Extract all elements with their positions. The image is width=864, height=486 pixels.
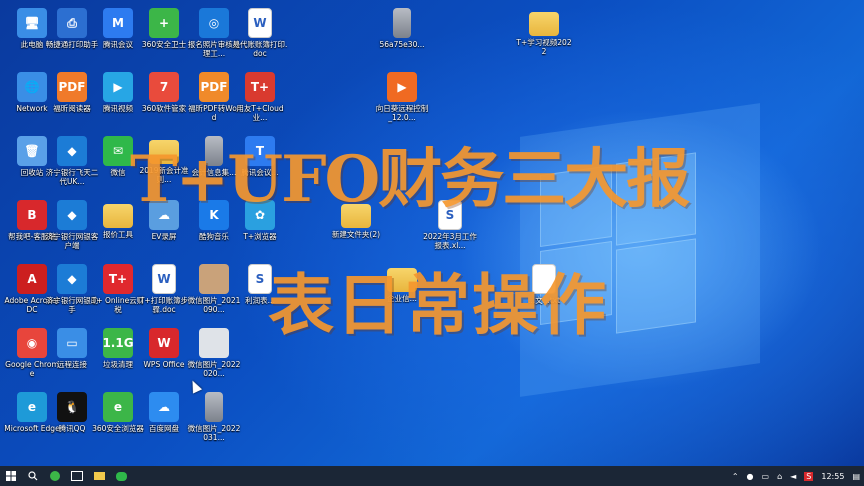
app-icon — [529, 12, 559, 36]
app-icon — [103, 204, 133, 228]
battery-icon[interactable]: ▭ — [762, 472, 770, 481]
desktop-icon-label: 易代账账簿打印.doc — [232, 40, 288, 58]
app-icon: ⎙ — [57, 8, 87, 38]
desktop-icon-label: 微信图片_2022020... — [187, 360, 241, 378]
app-icon: PDF — [57, 72, 87, 102]
ime-icon[interactable]: S — [804, 471, 814, 481]
desktop-icon-label: 新建文件夹(2) — [331, 230, 381, 239]
microphone-icon[interactable]: ● — [747, 472, 754, 481]
desktop-icon[interactable]: 56a75e30... — [372, 4, 432, 68]
app-icon: ◆ — [57, 136, 87, 166]
app-icon: T+ — [245, 72, 275, 102]
video-title-line2: 表日常操作 — [268, 266, 608, 344]
desktop-icon[interactable]: T+学习视频2022 — [514, 4, 574, 68]
desktop-icon-label: T+学习视频2022 — [516, 38, 572, 56]
app-icon: 1.1G — [102, 328, 134, 358]
volume-icon[interactable]: ◄ — [790, 472, 796, 481]
app-icon: ◆ — [57, 264, 87, 294]
windows-start-icon[interactable] — [0, 466, 22, 486]
desktop-icon-label: 2022年3月工作报表.xl... — [423, 232, 477, 250]
taskbar: ⌃ ● ▭ ⌂ ◄ S 12:55 ▤ — [0, 466, 864, 486]
desktop-icon-label: 56a75e30... — [379, 40, 425, 49]
app-icon: 7 — [149, 72, 179, 102]
video-title-line1: T+UFO财务三大报 — [130, 142, 690, 217]
app-icon: W — [248, 8, 272, 38]
clock[interactable]: 12:55 — [821, 472, 844, 481]
desktop-icon-label: 用友T+Cloud业... — [236, 104, 284, 122]
network-icon[interactable]: ⌂ — [777, 472, 782, 481]
desktop-icon[interactable]: 微信图片_2022031... — [184, 388, 244, 452]
app-icon — [199, 264, 229, 294]
desktop-icon[interactable]: W 易代账账簿打印.doc — [230, 4, 290, 68]
desktop-icon-label: T+浏览器 — [243, 232, 277, 241]
app-icon — [205, 392, 223, 422]
desktop-icon[interactable]: T+ 用友T+Cloud业... — [230, 68, 290, 132]
wechat-taskbar-icon[interactable] — [110, 466, 132, 486]
app-icon: ◆ — [57, 200, 87, 230]
app-icon: W — [149, 328, 179, 358]
search-icon[interactable] — [22, 466, 44, 486]
app-icon: T+ — [103, 264, 133, 294]
file-explorer-icon[interactable] — [88, 466, 110, 486]
desktop-icon-label: 向日葵远程控制_12.0... — [375, 104, 429, 122]
app-icon — [199, 328, 229, 358]
task-view-icon[interactable] — [66, 466, 88, 486]
wallpaper-logo-pane — [616, 238, 696, 334]
desktop-icon[interactable]: 微信图片_2022020... — [184, 324, 244, 388]
app-icon: ▭ — [57, 328, 87, 358]
app-icon: ▶ — [387, 72, 417, 102]
system-tray: ⌃ ● ▭ ⌂ ◄ S 12:55 ▤ — [728, 466, 864, 486]
app-icon: M — [103, 8, 133, 38]
app-icon: ☁ — [149, 392, 179, 422]
app-icon: + — [149, 8, 179, 38]
360-browser-taskbar-icon[interactable] — [44, 466, 66, 486]
app-icon — [393, 8, 411, 38]
app-icon: ◎ — [199, 8, 229, 38]
notification-icon[interactable]: ▤ — [852, 472, 860, 481]
chevron-up-icon[interactable]: ⌃ — [732, 472, 739, 481]
app-icon: 🐧 — [57, 392, 87, 422]
app-icon: ▶ — [103, 72, 133, 102]
desktop[interactable]: 🖥 此电脑 ⎙ 畅捷通打印助手 M 腾讯会议 +360安全卫士 ◎ 报名照片审核处理工... W 易… — [0, 0, 864, 466]
desktop-icon[interactable]: ▶ 向日葵远程控制_12.0... — [372, 68, 432, 132]
app-icon: e — [103, 392, 133, 422]
desktop-icon-label: 微信图片_2022031... — [187, 424, 241, 442]
app-icon: PDF — [199, 72, 229, 102]
app-icon: W — [152, 264, 176, 294]
app-icon: ✉ — [103, 136, 133, 166]
